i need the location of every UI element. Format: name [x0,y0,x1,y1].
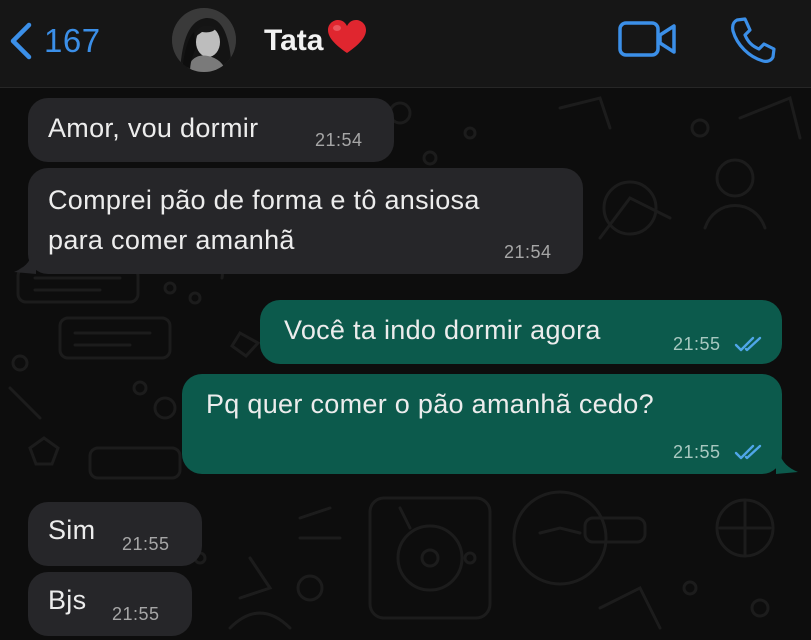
avatar[interactable] [172,8,236,72]
back-button[interactable]: 167 [8,18,101,64]
message-timestamp: 21:55 [673,442,721,462]
contact-name-text: Tata [264,24,324,57]
message-timestamp: 21:54 [504,242,552,262]
message-text: Sim [48,515,96,545]
chat-header: 167 Tata [0,0,811,88]
message-bubble[interactable]: Amor, vou dormir 21:54 [28,98,394,162]
chat-area[interactable]: Amor, vou dormir 21:54 Comprei pão de fo… [0,88,811,640]
phone-icon [727,17,779,70]
bubble-tail [14,254,36,274]
video-call-button[interactable] [616,17,680,66]
chevron-left-icon [8,22,34,60]
contact-name[interactable]: Tata [264,20,368,62]
message-text: Pq quer comer o pão amanhã cedo? [206,389,654,419]
heart-icon [326,19,368,63]
message-timestamp: 21:55 [122,534,170,554]
read-receipt-icon [734,444,762,460]
video-camera-icon [616,21,680,65]
voice-call-button[interactable] [727,14,779,71]
unread-count: 167 [44,22,101,59]
message-bubble[interactable]: Você ta indo dormir agora 21:55 [260,300,782,364]
message-text: Bjs [48,585,87,615]
message-bubble[interactable]: Pq quer comer o pão amanhã cedo? 21:55 [182,374,782,474]
message-text: Você ta indo dormir agora [284,315,601,345]
message-bubble[interactable]: Bjs 21:55 [28,572,192,636]
message-timestamp: 21:54 [315,130,363,150]
read-receipt-icon [734,336,762,352]
message-text: Comprei pão de forma e tô ansiosa para c… [48,185,480,255]
message-timestamp: 21:55 [112,604,160,624]
message-bubble[interactable]: Sim 21:55 [28,502,202,566]
message-text: Amor, vou dormir [48,113,259,143]
message-timestamp: 21:55 [673,334,721,354]
bubble-tail [776,454,798,474]
message-bubble[interactable]: Comprei pão de forma e tô ansiosa para c… [28,168,583,274]
